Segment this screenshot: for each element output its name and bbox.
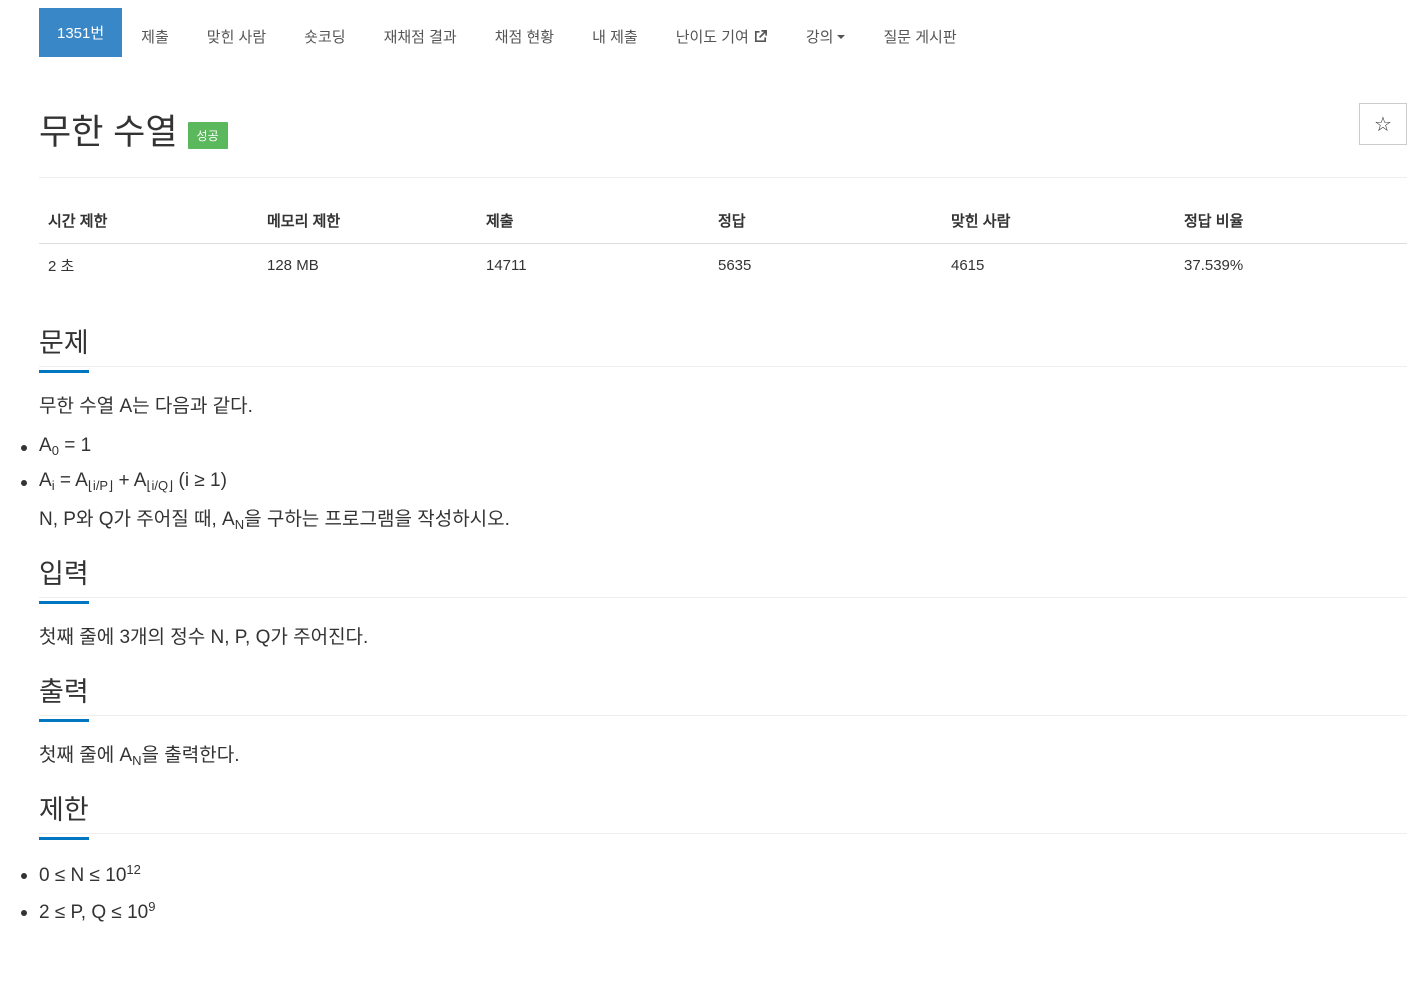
tab-label: 질문 게시판 xyxy=(883,29,957,46)
list-item: 0 ≤ N ≤ 1012 xyxy=(21,861,1407,890)
math-text: 0 ≤ N ≤ 10 xyxy=(39,864,127,886)
favorite-button[interactable]: ☆ xyxy=(1359,103,1407,145)
section-title: 제한 xyxy=(39,788,89,840)
output-description: 첫째 줄에 AN을 출력한다. xyxy=(39,716,1407,770)
section-header: 입력 xyxy=(39,546,1407,605)
tab-submit[interactable]: 제출 xyxy=(122,8,188,65)
text: 첫째 줄에 A xyxy=(39,744,133,766)
math-text: + A xyxy=(113,469,147,491)
tab-label: 내 제출 xyxy=(592,29,638,46)
header-memory-limit: 메모리 제한 xyxy=(258,198,477,244)
math-text: A xyxy=(39,434,52,456)
math-sub: N xyxy=(132,752,142,768)
header-solved-users: 맞힌 사람 xyxy=(942,198,1175,244)
tab-label: 맞힌 사람 xyxy=(206,29,267,46)
math-text: = A xyxy=(54,469,88,491)
math-text: 2 ≤ P, Q ≤ 10 xyxy=(39,901,149,923)
list-item: A0 = 1 xyxy=(21,433,1407,460)
text: 을 출력한다. xyxy=(141,744,240,766)
cell-solved-users: 4615 xyxy=(951,257,985,274)
tab-lectures[interactable]: 강의 xyxy=(787,8,865,65)
math-sup: 12 xyxy=(126,861,141,877)
input-text: 첫째 줄에 3개의 정수 N, P, Q가 주어진다. xyxy=(39,627,369,649)
math-sub: N xyxy=(234,516,245,532)
status-badge: 성공 xyxy=(187,122,228,149)
output-section: 출력 첫째 줄에 AN을 출력한다. xyxy=(39,664,1407,770)
problem-info-table: 시간 제한 메모리 제한 제출 정답 맞힌 사람 정답 비율 2 초 128 M… xyxy=(39,198,1407,287)
text: 을 구하는 프로그램을 작성하시오. xyxy=(244,508,510,530)
page-title: 무한 수열 xyxy=(39,113,178,152)
tab-label: 재채점 결과 xyxy=(383,29,457,46)
tab-label: 1351번 xyxy=(57,25,105,42)
problem-outro: N, P와 Q가 주어질 때, AN을 구하는 프로그램을 작성하시오. xyxy=(39,507,1407,534)
section-header: 문제 xyxy=(39,315,1407,373)
tab-label: 난이도 기여 xyxy=(675,29,749,46)
external-link-icon xyxy=(754,30,767,43)
page-container: 1351번 제출 맞힌 사람 숏코딩 재채점 결과 채점 현황 내 제출 난이도… xyxy=(21,0,1407,938)
title-wrap: 무한 수열 성공 xyxy=(39,104,228,155)
math-sup: 9 xyxy=(148,898,156,914)
math-sub: 0 xyxy=(51,442,59,458)
math-text: = 1 xyxy=(58,434,92,456)
header-submissions: 제출 xyxy=(477,198,709,244)
constraint-list: 0 ≤ N ≤ 1012 2 ≤ P, Q ≤ 109 xyxy=(21,861,1407,927)
cell-accept-ratio: 37.539% xyxy=(1184,257,1244,274)
text: N, P와 Q가 주어질 때, A xyxy=(39,508,235,530)
cell-memory-limit: 128 MB xyxy=(267,257,319,274)
definition-list: A0 = 1 Ai = A⌊i/P⌋ + A⌊i/Q⌋ (i ≥ 1) xyxy=(21,433,1407,495)
input-section: 입력 첫째 줄에 3개의 정수 N, P, Q가 주어진다. xyxy=(39,546,1407,652)
problem-section: 문제 무한 수열 A는 다음과 같다. A0 = 1 Ai = A⌊i/P⌋ +… xyxy=(21,315,1407,534)
limit-description: 0 ≤ N ≤ 1012 2 ≤ P, Q ≤ 109 xyxy=(21,834,1407,927)
tab-qna-board[interactable]: 질문 게시판 xyxy=(864,8,975,65)
section-header: 제한 xyxy=(39,782,1407,840)
problem-intro: 무한 수열 A는 다음과 같다. xyxy=(39,396,253,417)
tab-difficulty-contribution[interactable]: 난이도 기여 xyxy=(657,8,787,65)
problem-nav-tabs: 1351번 제출 맞힌 사람 숏코딩 재채점 결과 채점 현황 내 제출 난이도… xyxy=(39,8,1407,65)
tab-label: 제출 xyxy=(141,29,169,46)
section-title: 출력 xyxy=(39,670,89,722)
output-text: 첫째 줄에 AN을 출력한다. xyxy=(39,743,1407,770)
tab-solved-users[interactable]: 맞힌 사람 xyxy=(188,8,285,65)
caret-down-icon xyxy=(837,34,846,39)
tab-label: 채점 현황 xyxy=(494,29,555,46)
math-sub: ⌊i/Q⌋ xyxy=(146,477,174,493)
tab-label: 숏코딩 xyxy=(304,29,346,46)
star-icon: ☆ xyxy=(1374,113,1392,136)
math-text: (i ≥ 1) xyxy=(173,469,227,491)
header-accepted: 정답 xyxy=(709,198,942,244)
problem-header: 무한 수열 성공 ☆ xyxy=(39,65,1407,178)
math-text: A xyxy=(39,469,52,491)
input-description: 첫째 줄에 3개의 정수 N, P, Q가 주어진다. xyxy=(39,598,1407,652)
cell-submissions: 14711 xyxy=(486,257,527,274)
header-accept-ratio: 정답 비율 xyxy=(1175,198,1407,244)
tab-short-coding[interactable]: 숏코딩 xyxy=(285,8,364,65)
tab-judge-status[interactable]: 채점 현황 xyxy=(476,8,573,65)
table-header-row: 시간 제한 메모리 제한 제출 정답 맞힌 사람 정답 비율 xyxy=(39,198,1407,244)
table-row: 2 초 128 MB 14711 5635 4615 37.539% xyxy=(39,244,1407,288)
section-title: 문제 xyxy=(39,321,89,373)
math-sub: ⌊i/P⌋ xyxy=(87,477,114,493)
header-time-limit: 시간 제한 xyxy=(39,198,258,244)
section-header: 출력 xyxy=(39,664,1407,722)
tab-my-submissions[interactable]: 내 제출 xyxy=(573,8,657,65)
cell-time-limit: 2 초 xyxy=(48,258,75,275)
problem-description: 무한 수열 A는 다음과 같다. A0 = 1 Ai = A⌊i/P⌋ + A⌊… xyxy=(21,367,1407,534)
list-item: Ai = A⌊i/P⌋ + A⌊i/Q⌋ (i ≥ 1) xyxy=(21,468,1407,495)
tab-rejudge-results[interactable]: 재채점 결과 xyxy=(365,8,476,65)
tab-label: 강의 xyxy=(805,29,834,46)
tab-problem-number[interactable]: 1351번 xyxy=(39,8,123,57)
cell-accepted: 5635 xyxy=(718,257,752,274)
limit-section: 제한 0 ≤ N ≤ 1012 2 ≤ P, Q ≤ 109 xyxy=(21,782,1407,927)
list-item: 2 ≤ P, Q ≤ 109 xyxy=(21,898,1407,927)
section-title: 입력 xyxy=(39,552,89,605)
